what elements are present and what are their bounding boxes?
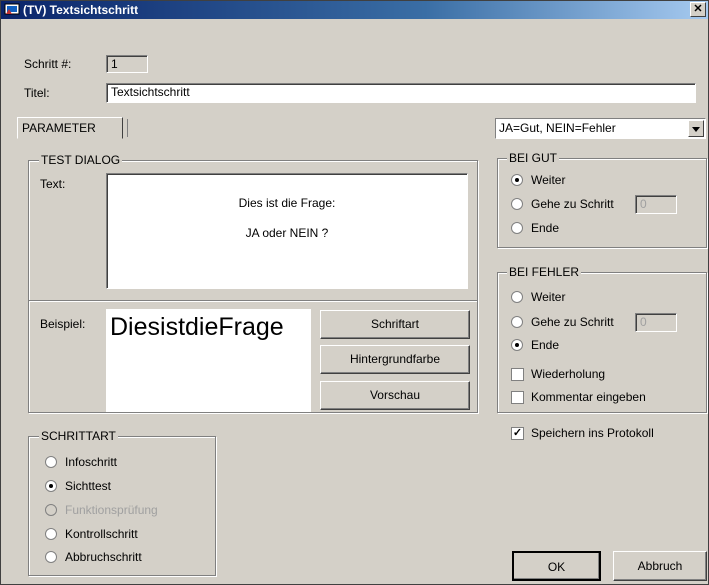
- test-dialog-title: TEST DIALOG: [39, 153, 123, 167]
- title-label: Titel:: [24, 86, 50, 100]
- abort-step-label: Abbruchschritt: [65, 550, 142, 564]
- control-step-radio[interactable]: [45, 528, 57, 540]
- protocol-checkbox[interactable]: ✓: [511, 427, 524, 440]
- gut-ende-label: Ende: [531, 221, 560, 235]
- fehler-weiter-radio[interactable]: [511, 291, 523, 303]
- schrittart-title: SCHRITTART: [39, 429, 118, 443]
- sight-test-radio[interactable]: [45, 480, 57, 492]
- fehler-goto-radio[interactable]: [511, 316, 523, 328]
- cancel-button[interactable]: Abbruch: [613, 551, 707, 581]
- fehler-ende-radio[interactable]: [511, 339, 523, 351]
- preview-button[interactable]: Vorschau: [320, 381, 470, 410]
- wiederholung-checkbox[interactable]: [511, 368, 524, 381]
- info-step-radio[interactable]: [45, 456, 57, 468]
- wiederholung-label: Wiederholung: [531, 367, 606, 381]
- app-icon: [4, 3, 20, 15]
- background-color-button[interactable]: Hintergrundfarbe: [320, 345, 470, 374]
- function-test-radio: [45, 504, 57, 516]
- gut-ende-radio[interactable]: [511, 222, 523, 234]
- kommentar-label: Kommentar eingeben: [531, 390, 646, 404]
- window-title: (TV) Textsichtschritt: [23, 3, 139, 17]
- fehler-goto-label: Gehe zu Schritt: [531, 315, 614, 329]
- test-dialog-divider: [29, 300, 477, 301]
- ok-button[interactable]: OK: [512, 551, 601, 581]
- tab-divider: [127, 119, 128, 137]
- fehler-weiter-label: Weiter: [531, 290, 566, 304]
- example-text: DiesistdieFrage: [110, 313, 284, 341]
- title-bar[interactable]: (TV) Textsichtschritt ✕: [1, 1, 708, 19]
- gut-goto-radio[interactable]: [511, 198, 523, 210]
- function-test-label: Funktionsprüfung: [65, 503, 158, 517]
- fehler-ende-label: Ende: [531, 338, 560, 352]
- text-label: Text:: [40, 177, 66, 191]
- gut-weiter-label: Weiter: [531, 173, 566, 187]
- info-step-label: Infoschritt: [65, 455, 118, 469]
- dialog-window: (TV) Textsichtschritt ✕ Schritt #: 1 Tit…: [0, 0, 709, 585]
- tab-parameter-label: PARAMETER: [22, 121, 96, 135]
- fehler-goto-field[interactable]: 0: [635, 313, 677, 332]
- mode-select-value: JA=Gut, NEIN=Fehler: [499, 121, 616, 135]
- title-input[interactable]: Textsichtschritt: [106, 83, 696, 103]
- tab-parameter[interactable]: PARAMETER: [17, 117, 123, 139]
- gut-goto-label: Gehe zu Schritt: [531, 197, 614, 211]
- protocol-label: Speichern ins Protokoll: [531, 426, 654, 440]
- chevron-down-icon[interactable]: [688, 120, 704, 137]
- question-line-2: JA oder NEIN ?: [245, 226, 329, 240]
- bei-gut-title: BEI GUT: [507, 151, 560, 165]
- gut-weiter-radio[interactable]: [511, 174, 523, 186]
- close-icon[interactable]: ✕: [690, 2, 706, 17]
- kommentar-checkbox[interactable]: [511, 391, 524, 404]
- step-number-label: Schritt #:: [24, 57, 72, 71]
- bei-fehler-title: BEI FEHLER: [507, 265, 582, 279]
- abort-step-radio[interactable]: [45, 551, 57, 563]
- control-step-label: Kontrollschritt: [65, 527, 138, 541]
- sight-test-label: Sichttest: [65, 479, 112, 493]
- mode-select[interactable]: JA=Gut, NEIN=Fehler: [495, 118, 706, 139]
- question-line-1: Dies ist die Frage:: [238, 196, 336, 210]
- font-button[interactable]: Schriftart: [320, 310, 470, 339]
- gut-goto-field[interactable]: 0: [635, 195, 677, 214]
- example-preview: DiesistdieFrage: [106, 309, 311, 412]
- step-number-field: 1: [106, 55, 148, 73]
- question-textarea[interactable]: Dies ist die Frage: JA oder NEIN ?: [106, 173, 468, 289]
- example-label: Beispiel:: [40, 317, 86, 331]
